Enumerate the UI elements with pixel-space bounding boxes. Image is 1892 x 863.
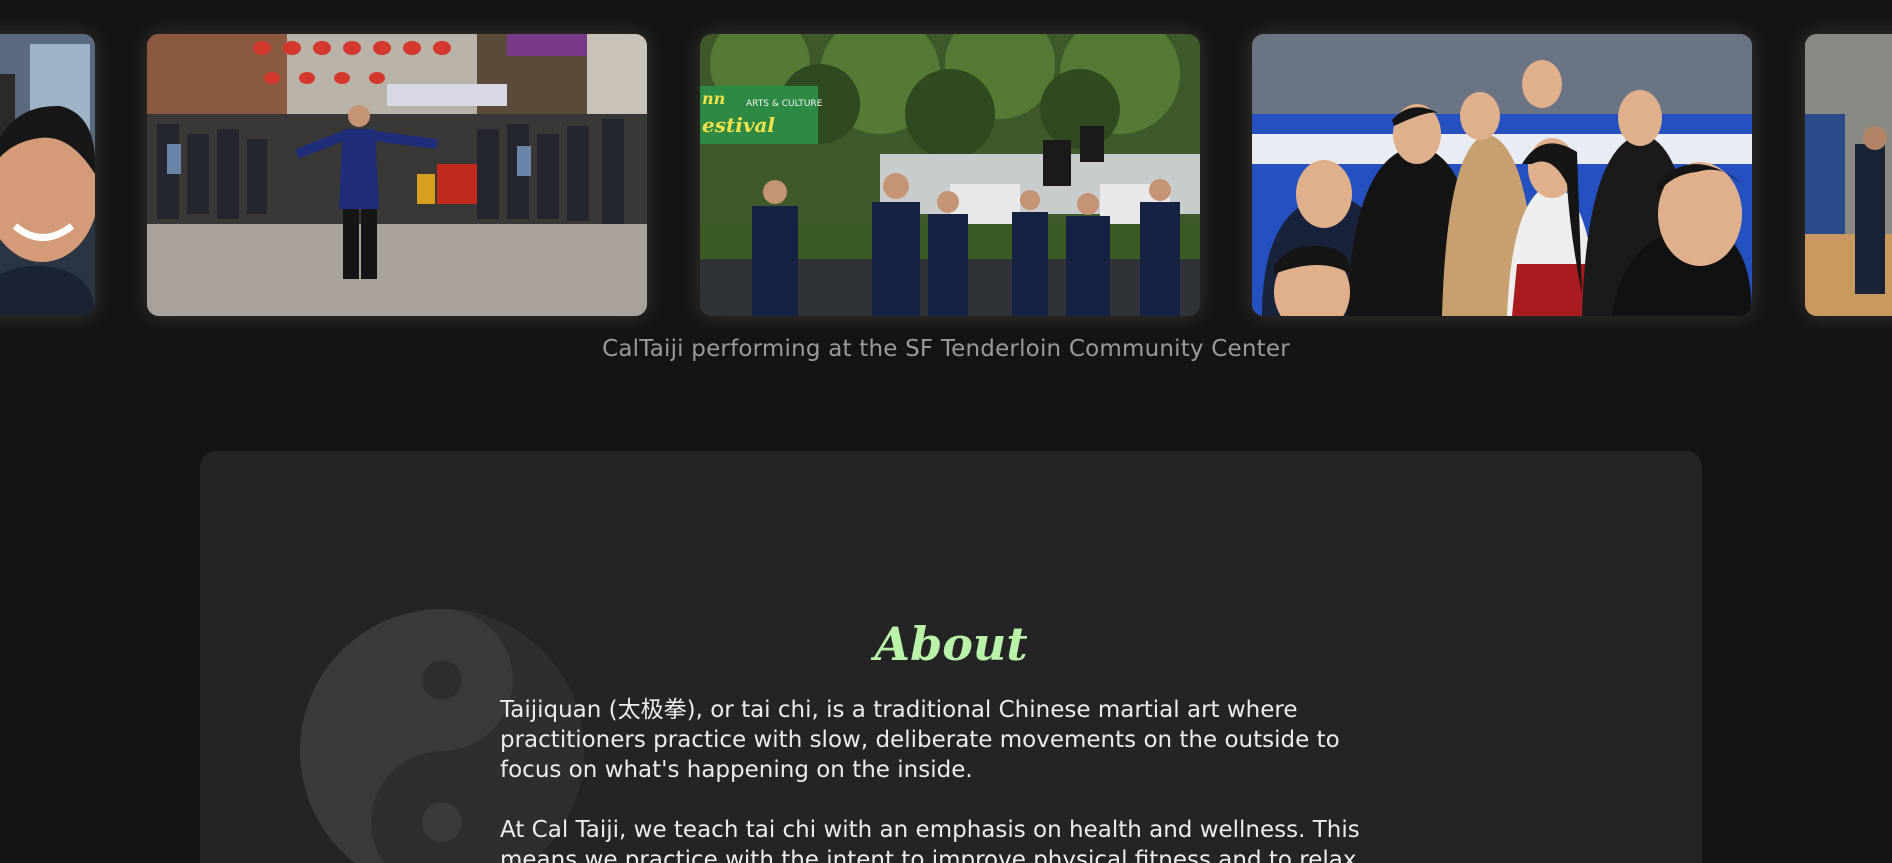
- outdoor-festival-photo: ARTS & CULTURE nn estival: [700, 34, 1200, 316]
- carousel-slide-group-selfie[interactable]: [1252, 34, 1752, 316]
- street-performance-photo: [147, 34, 647, 316]
- carousel-slide-gym[interactable]: [1805, 34, 1892, 316]
- carousel-slide-street-performance[interactable]: [147, 34, 647, 316]
- about-paragraph: Taijiquan (太极拳), or tai chi, is a tradit…: [500, 697, 1340, 783]
- about-title: About: [874, 617, 1028, 672]
- page: ARTS & CULTURE nn estival CalTaiji perfo…: [0, 0, 1892, 863]
- photo-carousel[interactable]: ARTS & CULTURE nn estival: [0, 34, 1892, 316]
- carousel-caption: CalTaiji performing at the SF Tenderloin…: [602, 336, 1290, 362]
- banner-label: ARTS & CULTURE: [746, 99, 823, 109]
- about-section: About Taijiquan (太极拳), or tai chi, is a …: [200, 451, 1702, 863]
- carousel-slide-selfie[interactable]: [0, 34, 95, 316]
- gym-photo: [1805, 34, 1892, 316]
- banner-label: estival: [702, 113, 775, 137]
- carousel-slide-outdoor-festival[interactable]: ARTS & CULTURE nn estival: [700, 34, 1200, 316]
- selfie-photo: [0, 34, 95, 316]
- about-paragraph: At Cal Taiji, we teach tai chi with an e…: [500, 817, 1364, 863]
- group-selfie-photo: [1252, 34, 1752, 316]
- about-body: Taijiquan (太极拳), or tai chi, is a tradit…: [500, 695, 1400, 863]
- banner-label: nn: [702, 89, 725, 108]
